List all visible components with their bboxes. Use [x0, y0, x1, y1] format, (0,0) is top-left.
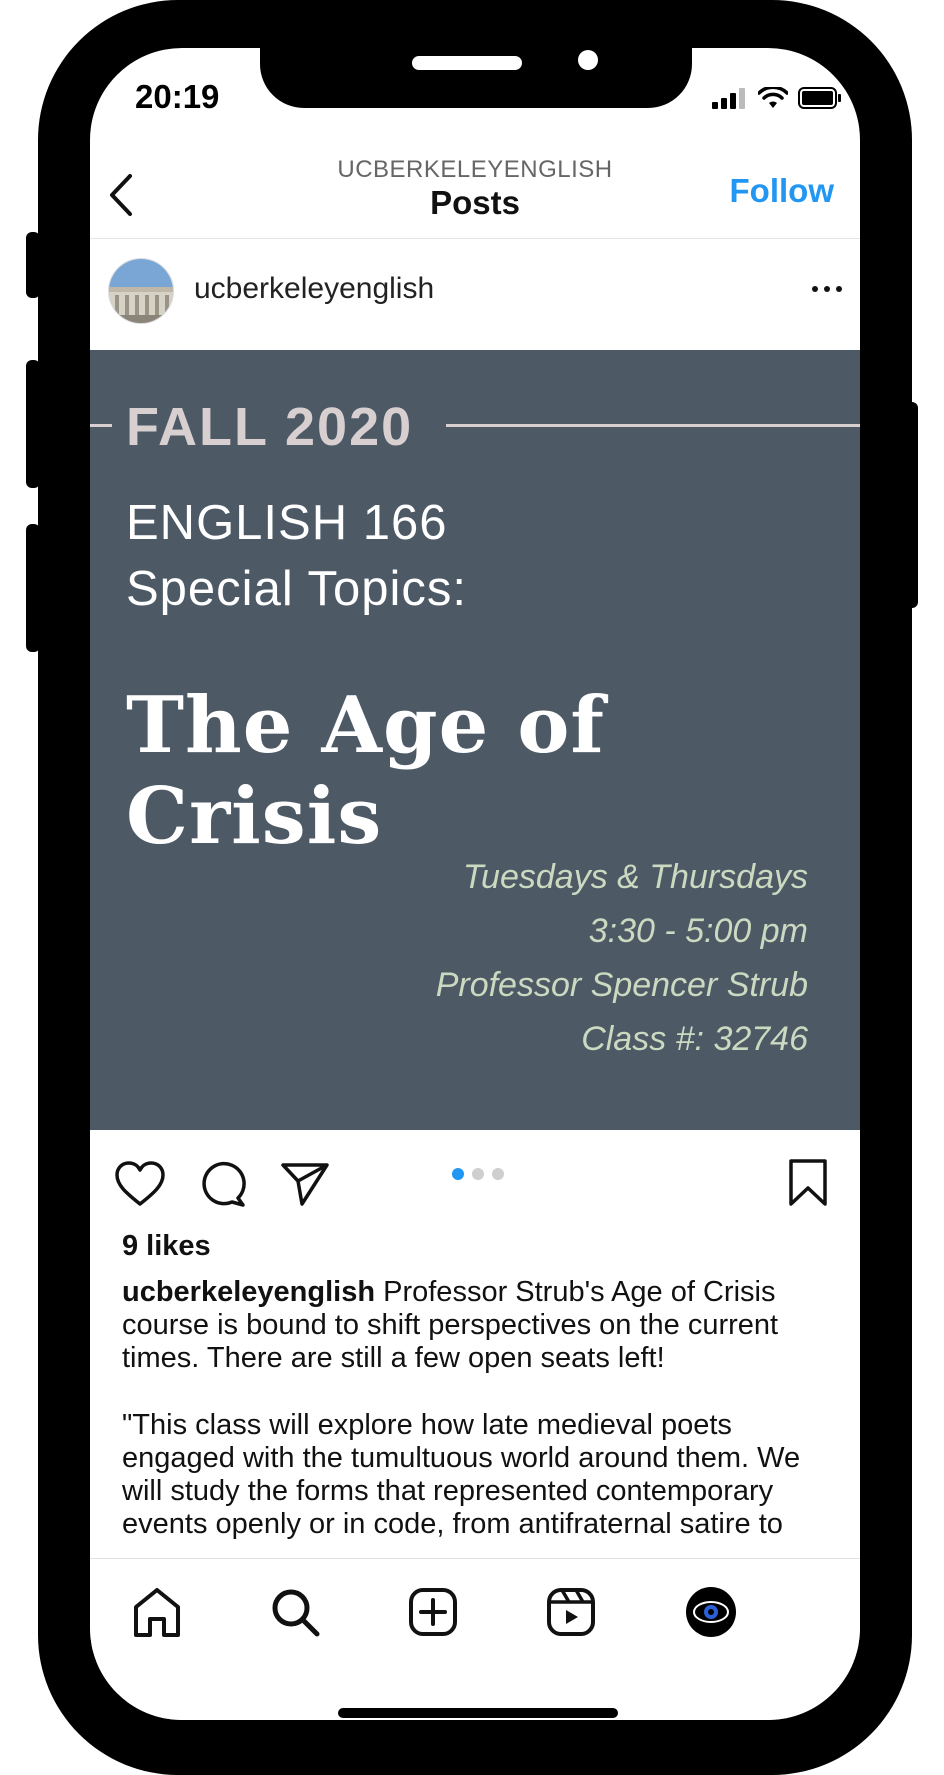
follow-button[interactable]: Follow [730, 172, 834, 210]
caption-quote: "This class will explore how late mediev… [122, 1409, 801, 1540]
avatar[interactable] [108, 258, 174, 324]
post-caption: ucberkeleyenglish Professor Strub's Age … [122, 1276, 842, 1541]
status-time: 20:19 [135, 78, 220, 115]
course-label: ENGLISH 166 Special Topics: [126, 490, 467, 622]
carousel-indicator [452, 1168, 504, 1180]
rule-left [90, 424, 112, 427]
volume-up-button [26, 360, 40, 488]
more-icon[interactable] [812, 286, 842, 292]
post-username[interactable]: ucberkeleyenglish [194, 272, 434, 306]
heart-icon[interactable] [114, 1160, 166, 1208]
wifi-icon [758, 87, 788, 108]
share-icon[interactable] [280, 1160, 330, 1208]
search-icon[interactable] [268, 1585, 322, 1639]
profile-icon[interactable] [684, 1585, 738, 1639]
likes-count[interactable]: 9 likes [122, 1230, 211, 1263]
course-time: 3:30 - 5:00 pm [588, 912, 808, 950]
notch [260, 48, 692, 108]
season-label: FALL 2020 [126, 397, 414, 457]
course-details: Tuesdays & Thursdays 3:30 - 5:00 pm Prof… [436, 850, 808, 1066]
bottom-tab-bar [90, 1558, 860, 1720]
course-code: ENGLISH 166 [126, 496, 448, 550]
home-icon[interactable] [130, 1585, 184, 1639]
course-type: Special Topics: [126, 562, 467, 616]
signal-icon [712, 88, 745, 109]
course-professor: Professor Spencer Strub [435, 966, 808, 1004]
carousel-dot-1 [452, 1168, 464, 1180]
front-camera [578, 50, 598, 70]
home-indicator [338, 1708, 618, 1718]
bookmark-icon[interactable] [787, 1158, 829, 1208]
mute-switch [26, 232, 40, 298]
course-title: The Age of Crisis [126, 680, 605, 862]
posts-header: UCBERKELEYENGLISH Posts Follow [90, 148, 860, 239]
carousel-dot-3 [492, 1168, 504, 1180]
comment-icon[interactable] [198, 1160, 246, 1208]
status-icons [712, 86, 842, 110]
rule-right [446, 424, 860, 427]
volume-down-button [26, 524, 40, 652]
course-class-number: Class #: 32746 [581, 1020, 808, 1058]
avatar-image [109, 259, 173, 323]
post-header: ucberkeleyenglish [90, 240, 860, 350]
battery-icon [798, 87, 841, 109]
phone-screen: 20:19 UCBERKELEYENGLISH Posts Follow ucb… [90, 48, 860, 1720]
speaker [412, 56, 522, 70]
reels-icon[interactable] [544, 1585, 598, 1639]
power-button [904, 402, 918, 608]
carousel-dot-2 [472, 1168, 484, 1180]
course-days: Tuesdays & Thursdays [462, 858, 808, 896]
new-post-icon[interactable] [406, 1585, 460, 1639]
action-bar [90, 1130, 860, 1240]
post-image[interactable]: FALL 2020 ENGLISH 166 Special Topics: Th… [90, 350, 860, 1130]
caption-username[interactable]: ucberkeleyenglish [122, 1276, 375, 1308]
